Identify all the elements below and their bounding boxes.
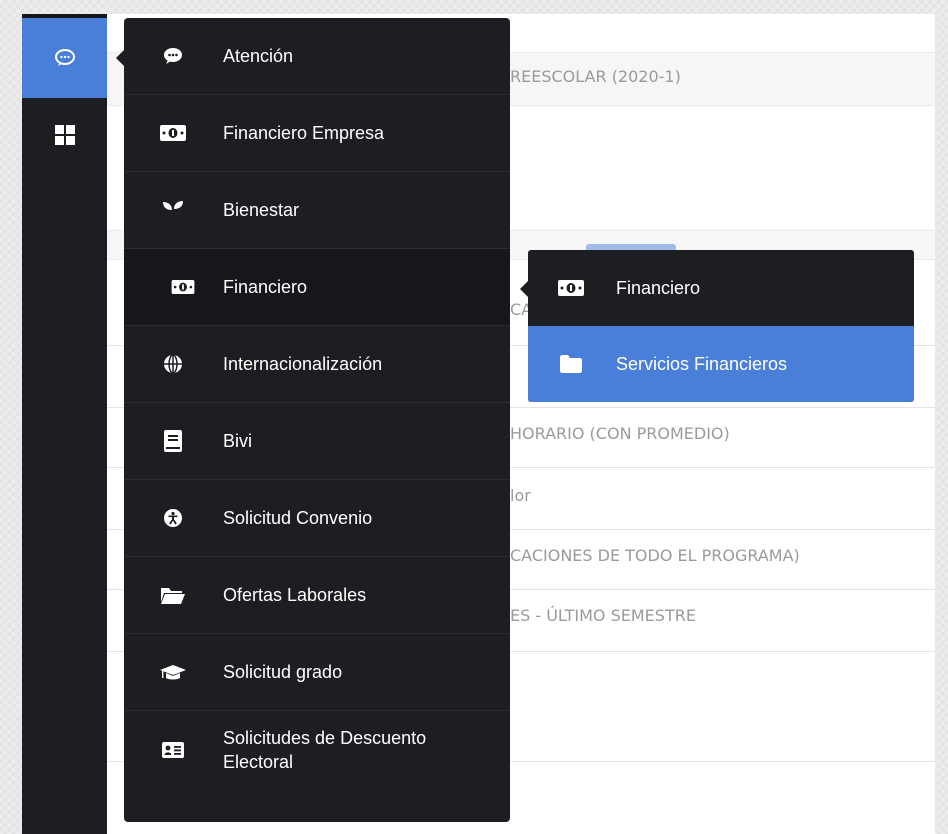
menu-item-label: Bienestar: [223, 200, 300, 220]
submenu: Financiero Servicios Financieros: [528, 250, 914, 402]
seedling-icon: [160, 197, 186, 223]
chat-icon: [160, 43, 186, 69]
side-rail: [22, 14, 107, 834]
menu-item-bivi[interactable]: Bivi: [124, 403, 510, 480]
menu-item-label: Financiero Empresa: [223, 123, 385, 143]
page-row-text: ES - ÚLTIMO SEMESTRE: [510, 606, 696, 625]
menu-item-label: Bivi: [223, 431, 253, 451]
money-icon: [170, 274, 196, 300]
folder-open-icon: [160, 582, 186, 608]
menu-item-label: Solicitud Convenio: [223, 508, 373, 528]
menu-item-internacionalizacion[interactable]: Internacionalización: [124, 326, 510, 403]
submenu-item-label: Servicios Financieros: [616, 353, 788, 374]
rail-grid-button[interactable]: [22, 110, 107, 160]
folder-icon: [556, 352, 586, 376]
page-row-text: REESCOLAR (2020-1): [510, 67, 681, 86]
flyout-menu: Atención Financiero Empresa Bienestar Fi…: [124, 18, 510, 822]
menu-item-financiero-empresa[interactable]: Financiero Empresa: [124, 95, 510, 172]
menu-item-financiero[interactable]: Financiero: [124, 249, 510, 326]
menu-item-label: Solicitudes de Descuento Electoral: [223, 728, 427, 772]
globe-icon: [160, 351, 186, 377]
submenu-header-financiero[interactable]: Financiero: [528, 250, 914, 326]
menu-item-solicitud-convenio[interactable]: Solicitud Convenio: [124, 480, 510, 557]
id-card-icon: [160, 737, 186, 763]
menu-item-label: Financiero: [223, 277, 308, 297]
page-row-text: CACIONES DE TODO EL PROGRAMA): [510, 546, 800, 565]
menu-item-label: Atención: [223, 46, 294, 66]
submenu-pointer: [520, 281, 528, 297]
menu-item-label: Internacionalización: [223, 354, 383, 374]
page-row-text: HORARIO (CON PROMEDIO): [510, 424, 730, 443]
graduation-cap-icon: [160, 659, 186, 685]
submenu-header-label: Financiero: [616, 277, 701, 298]
universal-access-icon: [160, 505, 186, 531]
menu-item-bienestar[interactable]: Bienestar: [124, 172, 510, 249]
menu-pointer: [116, 50, 124, 66]
chat-icon: [54, 49, 75, 66]
menu-item-descuento-electoral[interactable]: Solicitudes de Descuento Electoral: [124, 711, 510, 789]
menu-item-label: Ofertas Laborales: [223, 585, 367, 605]
menu-item-label: Solicitud grado: [223, 662, 343, 682]
book-icon: [160, 428, 186, 454]
page-row-text: lor: [510, 486, 531, 505]
grid-icon: [54, 125, 75, 145]
menu-item-atencion[interactable]: Atención: [124, 18, 510, 95]
rail-chat-button[interactable]: [22, 18, 107, 98]
menu-item-ofertas-laborales[interactable]: Ofertas Laborales: [124, 557, 510, 634]
submenu-item-servicios-financieros[interactable]: Servicios Financieros: [528, 326, 914, 402]
menu-item-solicitud-grado[interactable]: Solicitud grado: [124, 634, 510, 711]
money-icon: [160, 120, 186, 146]
money-icon: [556, 276, 586, 300]
